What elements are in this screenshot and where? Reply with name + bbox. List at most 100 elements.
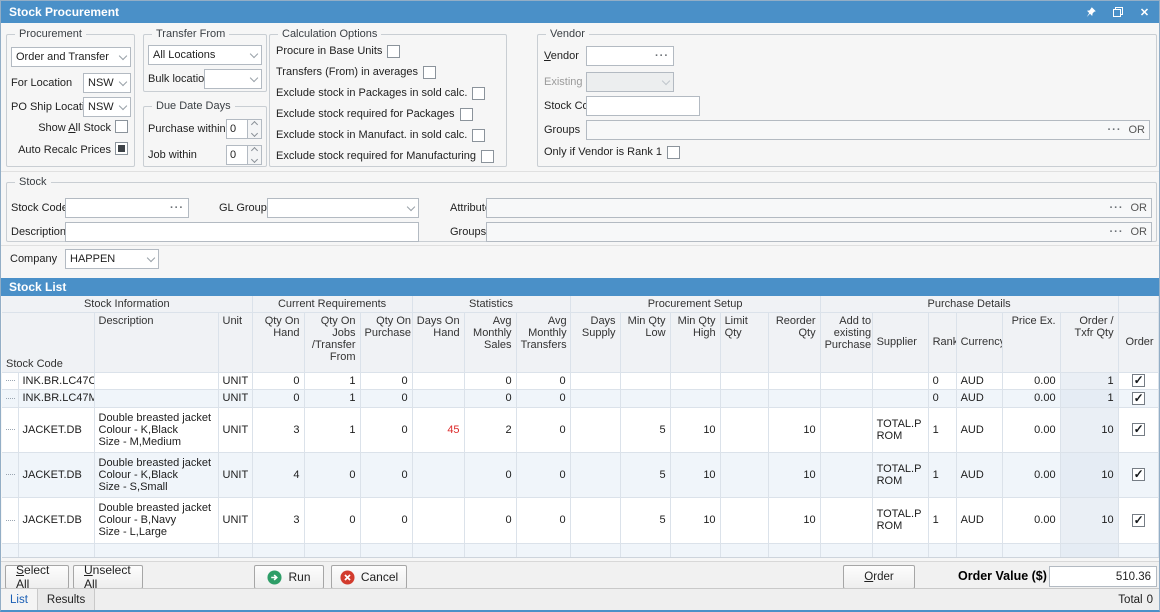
cell-avg_monthly_sales: 0 [464, 497, 516, 543]
column-header-days_on_hand[interactable]: Days On Hand [412, 312, 464, 372]
vendor-stock-code-field[interactable] [586, 96, 700, 116]
or-button[interactable]: OR [1129, 124, 1146, 136]
exclude-required-manufacturing-checkbox[interactable] [481, 150, 494, 163]
column-header-label-description: Description [99, 315, 154, 327]
column-header-avg_monthly_sales[interactable]: Avg Monthly Sales [464, 312, 516, 372]
column-header-min_qty_low[interactable]: Min Qty Low [620, 312, 670, 372]
restore-window-icon[interactable] [1111, 6, 1124, 19]
cell-value-reorder_qty: 10 [803, 514, 815, 526]
cell-qty_on_hand: 3 [252, 497, 304, 543]
company-select[interactable]: HAPPEN [65, 249, 159, 269]
show-all-stock-checkbox[interactable] [115, 120, 128, 133]
table-row[interactable]: JACKET.DBDouble breasted jacket Colour -… [2, 452, 1158, 497]
cell-indicator [2, 497, 18, 543]
stock-groups-field[interactable]: ··· OR [486, 222, 1152, 242]
description-field[interactable] [65, 222, 419, 242]
exclude-required-packages-checkbox[interactable] [460, 108, 473, 121]
table-row[interactable]: INK.BR.LC47MUNIT010000AUD0.001 [2, 389, 1158, 407]
order-checkbox[interactable] [1132, 514, 1145, 527]
stock-list-grid[interactable]: Stock InformationCurrent RequirementsSta… [2, 296, 1160, 558]
procurement-mode-value: Order and Transfer [16, 51, 109, 63]
auto-recalc-prices-checkbox[interactable] [115, 142, 128, 155]
cell-value-rank: 1 [933, 469, 939, 481]
column-header-avg_monthly_transfers[interactable]: Avg Monthly Transfers [516, 312, 570, 372]
cell-value-qty_on_hand: 0 [293, 375, 299, 387]
job-within-spinner[interactable]: 0 [226, 145, 262, 165]
ellipsis-button[interactable]: ··· [1108, 124, 1122, 136]
table-row[interactable]: INK.BR.LC47CUNIT010000AUD0.001 [2, 372, 1158, 389]
column-header-rank[interactable]: Rank [928, 312, 956, 372]
table-row[interactable]: JACKET.DBDouble breasted jacket Colour -… [2, 407, 1158, 452]
procure-base-units-checkbox[interactable] [387, 45, 400, 58]
transfer-from-location-select[interactable]: All Locations [148, 45, 262, 65]
column-header-days_supply[interactable]: Days Supply [570, 312, 620, 372]
exclude-packages-sold-checkbox[interactable] [472, 87, 485, 100]
select-all-button[interactable]: Select All [5, 565, 69, 589]
column-header-order_txfr[interactable]: Order / Txfr Qty [1060, 312, 1118, 372]
order-checkbox[interactable] [1132, 423, 1145, 436]
cancel-button[interactable]: Cancel [331, 565, 407, 589]
column-header-qty_on_hand[interactable]: Qty On Hand [252, 312, 304, 372]
vendor-field[interactable]: ··· [586, 46, 674, 66]
or-button[interactable]: OR [1131, 226, 1148, 238]
transfers-averages-checkbox[interactable] [423, 66, 436, 79]
purchase-within-spinner[interactable]: 0 [226, 119, 262, 139]
column-header-min_qty_high[interactable]: Min Qty High [670, 312, 720, 372]
column-header-unit[interactable]: Unit [218, 312, 252, 372]
column-header-currency[interactable]: Currency [956, 312, 1002, 372]
ellipsis-button[interactable]: ··· [1110, 202, 1124, 214]
job-within-value[interactable]: 0 [226, 145, 248, 165]
column-header-order[interactable]: Order [1118, 312, 1158, 372]
spinner-arrows-icon[interactable] [248, 145, 262, 165]
bulk-location-select[interactable] [204, 69, 262, 89]
column-header-reorder_qty[interactable]: Reorder Qty [768, 312, 820, 372]
pin-icon[interactable] [1084, 6, 1097, 19]
order-value-field[interactable]: 510.36 [1049, 566, 1157, 587]
column-header-qty_on_purchase[interactable]: Qty On Purchase [360, 312, 412, 372]
gl-group-select[interactable] [267, 198, 419, 218]
cell-value-avg_monthly_sales: 2 [505, 424, 511, 436]
spinner-arrows-icon[interactable] [248, 119, 262, 139]
table-row[interactable]: JACKET.DBDouble breasted jacket Colour -… [2, 497, 1158, 543]
cell-qty_on_jobs: 0 [304, 497, 360, 543]
procurement-mode-select[interactable]: Order and Transfer [11, 47, 131, 67]
for-location-label: For Location [11, 77, 72, 90]
vendor-groups-field[interactable]: ··· OR [586, 120, 1150, 140]
po-ship-location-select[interactable]: NSW [83, 97, 131, 117]
column-header-add_to_existing[interactable]: Add to existing Purchase [820, 312, 872, 372]
unselect-all-button[interactable]: Unselect All [73, 565, 143, 589]
ellipsis-button[interactable]: ··· [655, 50, 669, 62]
column-header-stock_code[interactable]: Stock Code [2, 312, 94, 372]
column-header-supplier[interactable]: Supplier [872, 312, 928, 372]
tab-results[interactable]: Results [38, 589, 95, 610]
ellipsis-button[interactable]: ··· [170, 202, 184, 214]
column-header-qty_on_jobs[interactable]: Qty On Jobs /Transfer From [304, 312, 360, 372]
stock-list-title: Stock List [9, 280, 66, 294]
attributes-field[interactable]: ··· OR [486, 198, 1152, 218]
order-checkbox[interactable] [1132, 374, 1145, 387]
stock-code-field[interactable]: ··· [65, 198, 189, 218]
column-header-price_ex[interactable]: Price Ex. [1002, 312, 1060, 372]
close-icon[interactable]: ✕ [1138, 6, 1151, 19]
for-location-select[interactable]: NSW [83, 73, 131, 93]
order-checkbox[interactable] [1132, 468, 1145, 481]
column-header-description[interactable]: Description [94, 312, 218, 372]
exclude-manufact-sold-checkbox[interactable] [472, 129, 485, 142]
column-header-label-limit_qty: Limit Qty [725, 315, 764, 339]
cell-avg_monthly_sales: 0 [464, 389, 516, 407]
order-button[interactable]: Order [843, 565, 915, 589]
or-button[interactable]: OR [1131, 202, 1148, 214]
tab-list[interactable]: List [1, 589, 38, 610]
run-button[interactable]: Run [254, 565, 324, 589]
titlebar: Stock Procurement ✕ [1, 1, 1159, 23]
cell-order_txfr [1060, 543, 1118, 558]
purchase-within-value[interactable]: 0 [226, 119, 248, 139]
ellipsis-button[interactable]: ··· [1110, 226, 1124, 238]
auto-recalc-prices-label: Auto Recalc Prices [7, 144, 111, 157]
column-header-limit_qty[interactable]: Limit Qty [720, 312, 768, 372]
order-checkbox[interactable] [1132, 392, 1145, 405]
cell-qty_on_purchase [360, 543, 412, 558]
only-rank1-checkbox[interactable] [667, 146, 680, 159]
show-all-stock-label: Show All Stock [7, 122, 111, 135]
table-row[interactable]: Double breasted jacket [2, 543, 1158, 558]
